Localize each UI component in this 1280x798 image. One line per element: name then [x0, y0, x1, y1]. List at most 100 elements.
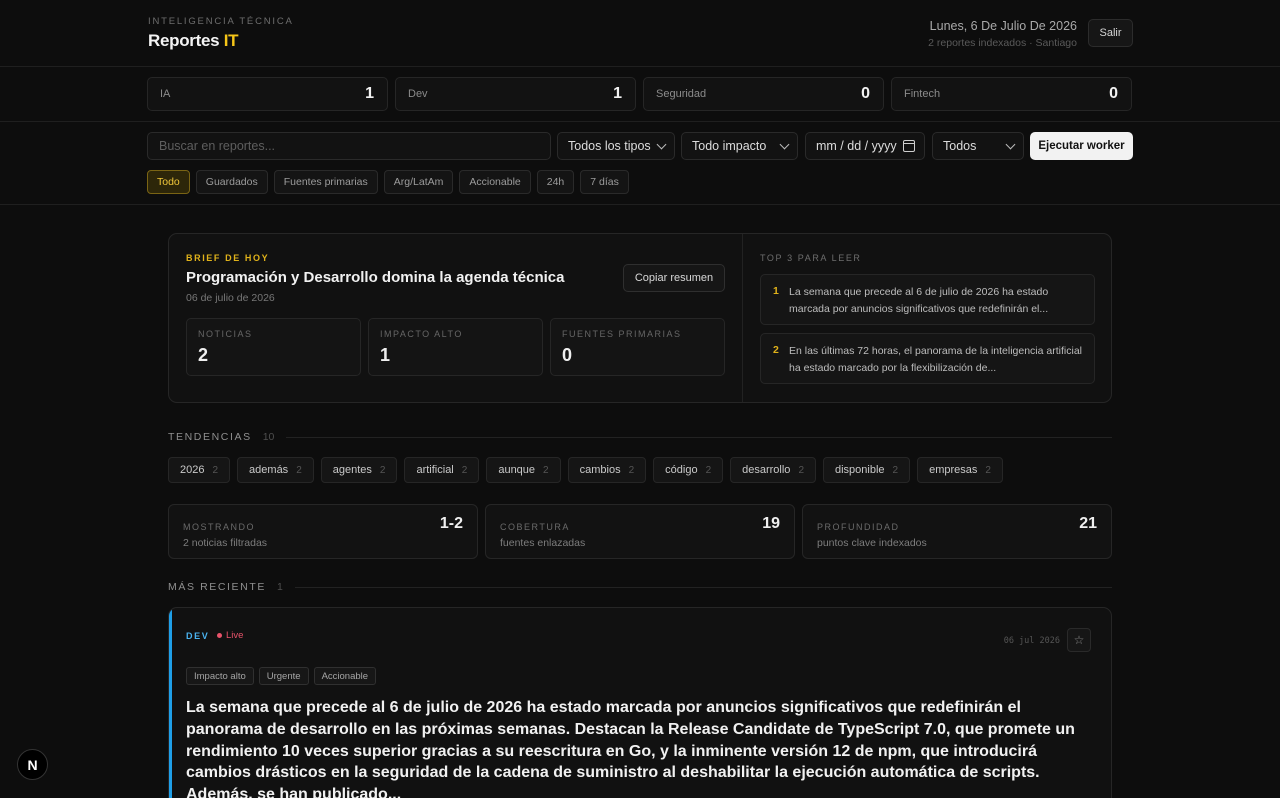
daily-brief-card: BRIEF DE HOY Programación y Desarrollo d…: [168, 233, 1112, 403]
trend-word: cambios: [579, 464, 621, 476]
save-button[interactable]: ☆: [1067, 628, 1091, 652]
chip-fuentes-primarias[interactable]: Fuentes primarias: [273, 170, 378, 194]
info-label: PROFUNDIDAD: [817, 522, 900, 532]
metric-label: NOTICIAS: [198, 329, 253, 339]
trend-chip[interactable]: además 2: [237, 457, 314, 483]
trend-word: empresas: [929, 464, 978, 476]
trend-count: 2: [798, 464, 804, 476]
trend-word: además: [249, 464, 289, 476]
info-card-mostrando: MOSTRANDO 2 noticias filtradas 1-2: [168, 504, 478, 559]
top-read-item[interactable]: 2 En las últimas 72 horas, el panorama d…: [760, 333, 1095, 384]
info-label: COBERTURA: [500, 522, 570, 532]
trend-word: artificial: [416, 464, 454, 476]
brief-metric-impacto-alto: IMPACTO ALTO 1: [368, 318, 543, 376]
top-reads-title: TOP 3 PARA LEER: [760, 253, 862, 263]
stat-label: IA: [160, 88, 171, 100]
trend-word: disponible: [835, 464, 885, 476]
app-title-main: Reportes: [148, 31, 220, 50]
trend-word: aunque: [498, 464, 536, 476]
date-input[interactable]: mm / dd / yyyy: [805, 132, 925, 160]
news-date: 06 jul 2026: [1003, 636, 1060, 646]
trend-word: agentes: [332, 464, 372, 476]
top-read-item[interactable]: 1 La semana que precede al 6 de julio de…: [760, 274, 1095, 325]
section-divider: [286, 436, 1112, 438]
stat-card-dev[interactable]: Dev 1: [395, 77, 636, 111]
chip-guardados[interactable]: Guardados: [195, 170, 268, 194]
metric-value: 2: [198, 345, 209, 365]
brief-metric-fuentes-primarias: FUENTES PRIMARIAS 0: [550, 318, 725, 376]
chip-accionable[interactable]: Accionable: [459, 170, 531, 194]
top-read-text: En las últimas 72 horas, el panorama de …: [789, 345, 1082, 374]
impact-select[interactable]: Todo impacto: [681, 132, 798, 160]
stat-value: 1: [613, 85, 622, 102]
index-summary: 2 reportes indexados · Santiago: [928, 37, 1077, 49]
info-sub: 2 noticias filtradas: [183, 537, 268, 549]
trend-word: 2026: [180, 464, 205, 476]
status-select-value: Todos: [943, 139, 977, 153]
search-input[interactable]: [147, 132, 551, 160]
trend-word: código: [665, 464, 698, 476]
stat-card-seguridad[interactable]: Seguridad 0: [643, 77, 884, 111]
news-tag: Impacto alto: [186, 667, 254, 685]
trends-section-header: TENDENCIAS 10: [168, 431, 1112, 443]
trend-chip[interactable]: disponible 2: [823, 457, 911, 483]
trend-chip[interactable]: agentes 2: [320, 457, 398, 483]
info-card-cobertura: COBERTURA fuentes enlazadas 19: [485, 504, 795, 559]
copy-summary-button[interactable]: Copiar resumen: [623, 264, 725, 292]
chip-24h[interactable]: 24h: [536, 170, 575, 194]
info-value: 19: [762, 515, 780, 532]
chevron-down-icon: [656, 139, 667, 149]
trend-count: 2: [379, 464, 386, 476]
news-category: DEV: [186, 631, 210, 641]
trend-count: 2: [543, 464, 549, 476]
info-card-profundidad: PROFUNDIDAD puntos clave indexados 21: [802, 504, 1112, 559]
category-stats-row: IA 1 Dev 1 Seguridad 0 Fintech 0: [0, 67, 1280, 122]
chip-7-dias[interactable]: 7 días: [580, 170, 629, 194]
trend-chip[interactable]: empresas 2: [917, 457, 1003, 483]
trend-chip[interactable]: aunque 2: [486, 457, 561, 483]
recent-count: 1: [276, 581, 283, 593]
logout-button[interactable]: Salir: [1088, 19, 1133, 47]
trend-chip[interactable]: cambios 2: [567, 457, 647, 483]
stat-card-fintech[interactable]: Fintech 0: [891, 77, 1132, 111]
metric-label: IMPACTO ALTO: [380, 329, 463, 339]
stat-card-ia[interactable]: IA 1: [147, 77, 388, 111]
chip-arg-latam[interactable]: Arg/LatAm: [383, 170, 454, 194]
top-read-rank: 2: [773, 344, 779, 356]
trends-title: TENDENCIAS: [168, 431, 252, 443]
trend-chip[interactable]: artificial 2: [404, 457, 480, 483]
stat-value: 1: [365, 85, 374, 102]
news-tag: Accionable: [313, 667, 377, 685]
brief-title: Programación y Desarrollo domina la agen…: [186, 269, 565, 286]
chip-todo[interactable]: Todo: [147, 170, 190, 194]
current-date: Lunes, 6 De Julio De 2026: [929, 19, 1077, 33]
calendar-icon[interactable]: [903, 140, 915, 152]
news-tags: Impacto alto Urgente Accionable: [186, 667, 377, 685]
stat-label: Seguridad: [656, 88, 707, 100]
info-value: 1-2: [439, 515, 463, 532]
trend-chip[interactable]: desarrollo 2: [730, 457, 816, 483]
chevron-down-icon: [1005, 139, 1016, 149]
stat-label: Dev: [408, 88, 428, 100]
info-value: 21: [1079, 515, 1097, 532]
top-read-rank: 1: [773, 285, 779, 297]
trend-chip[interactable]: código 2: [653, 457, 724, 483]
info-sub: fuentes enlazadas: [500, 537, 586, 549]
metric-value: 0: [562, 345, 573, 365]
live-dot-icon: [217, 633, 222, 638]
brief-summary: BRIEF DE HOY Programación y Desarrollo d…: [169, 234, 743, 402]
status-select[interactable]: Todos: [932, 132, 1024, 160]
trend-chip[interactable]: 2026 2: [168, 457, 231, 483]
app-title-accent: IT: [223, 31, 239, 50]
trend-count: 2: [985, 464, 991, 476]
trend-count: 2: [296, 464, 302, 476]
trend-count: 2: [892, 464, 899, 476]
next-logo-icon[interactable]: N: [17, 749, 48, 780]
news-tag: Urgente: [258, 667, 309, 685]
type-select[interactable]: Todos los tipos: [557, 132, 675, 160]
news-card[interactable]: DEV Live 06 jul 2026 ☆ Impacto alto Urge…: [168, 607, 1112, 798]
live-badge: Live: [217, 630, 243, 641]
run-worker-button[interactable]: Ejecutar worker: [1030, 132, 1133, 160]
stat-value: 0: [861, 85, 870, 102]
info-label: MOSTRANDO: [183, 522, 255, 532]
